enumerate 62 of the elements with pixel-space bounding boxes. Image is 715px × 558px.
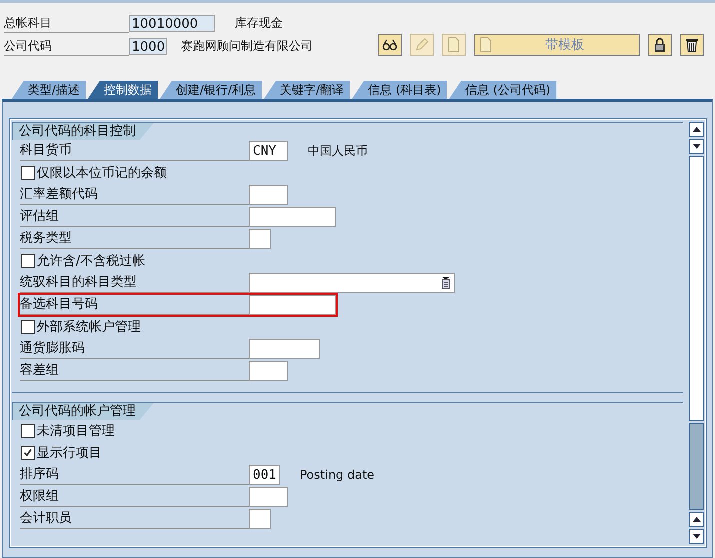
document-icon xyxy=(478,37,494,53)
input-field[interactable] xyxy=(249,207,336,227)
field-label: 容差组 xyxy=(20,361,249,381)
field-label: 统驭科目的科目类型 xyxy=(20,273,249,293)
dropdown-field[interactable] xyxy=(249,273,455,293)
checkbox[interactable] xyxy=(21,320,35,334)
field-label: 会计职员 xyxy=(20,509,249,529)
input-field[interactable] xyxy=(249,185,288,205)
input-field[interactable] xyxy=(249,487,288,507)
lock-button[interactable] xyxy=(648,34,672,56)
input-field[interactable] xyxy=(249,339,320,359)
group-title: 公司代码的科目控制 xyxy=(12,123,154,140)
scrollbar[interactable] xyxy=(689,122,704,544)
input-field[interactable] xyxy=(249,361,288,381)
scroll-up-button[interactable] xyxy=(689,122,704,137)
checkbox[interactable] xyxy=(21,166,35,180)
input-field[interactable] xyxy=(249,509,271,529)
checkbox-label: 未清项目管理 xyxy=(37,423,115,440)
scroll-up-button[interactable] xyxy=(689,512,704,527)
checkbox-label: 仅限以本位币记的余额 xyxy=(37,165,167,182)
field-label: 权限组 xyxy=(20,487,249,507)
document-icon xyxy=(446,37,462,53)
glasses-button[interactable] xyxy=(378,34,402,56)
scroll-down-button[interactable] xyxy=(689,529,704,544)
checkbox[interactable] xyxy=(21,446,35,460)
field-label: 通货膨胀码 xyxy=(20,339,249,359)
scroll-thumb[interactable] xyxy=(689,423,704,510)
checkbox[interactable] xyxy=(21,254,35,268)
description-text: Posting date xyxy=(300,468,375,482)
field-label: 税务类型 xyxy=(20,229,249,249)
value-field: 1000 xyxy=(129,38,167,55)
checkbox-label: 显示行项目 xyxy=(37,445,102,462)
glasses-icon xyxy=(382,37,398,53)
scroll-down-button[interactable] xyxy=(689,139,704,154)
input-field[interactable]: CNY xyxy=(249,141,288,161)
tab[interactable]: 关键字/翻译 xyxy=(264,81,350,99)
tab[interactable]: 类型/描述 xyxy=(12,81,86,99)
list-icon xyxy=(441,277,451,289)
tab[interactable]: 创建/银行/利息 xyxy=(160,81,262,99)
field-label: 排序码 xyxy=(20,465,249,485)
checkbox-label: 外部系统帐户管理 xyxy=(37,319,141,336)
checkbox-label: 允许含/不含税过帐 xyxy=(37,253,146,270)
input-field[interactable] xyxy=(249,229,271,249)
description-text: 赛跑网顾问制造有限公司 xyxy=(181,38,313,55)
pencil-icon xyxy=(414,37,430,53)
tab[interactable]: 控制数据 xyxy=(88,81,158,99)
field-label: 评估组 xyxy=(20,207,249,227)
description-text: 中国人民币 xyxy=(308,142,368,160)
trash-icon xyxy=(684,37,700,53)
input-field[interactable] xyxy=(249,295,336,315)
field-label: 汇率差额代码 xyxy=(20,185,249,205)
group-title: 公司代码的帐户管理 xyxy=(12,403,154,420)
lock-icon xyxy=(652,37,668,53)
tab[interactable]: 信息 (科目表) xyxy=(352,81,448,99)
field-label: 备选科目号码 xyxy=(20,295,249,315)
description-text: 库存现金 xyxy=(235,15,283,32)
input-field[interactable]: 001 xyxy=(249,465,280,485)
checkbox[interactable] xyxy=(21,424,35,438)
trash-button[interactable] xyxy=(680,34,704,56)
field-label: 科目货币 xyxy=(20,141,249,161)
tab[interactable]: 信息 (公司代码) xyxy=(449,81,557,99)
value-field: 10010000 xyxy=(129,15,215,32)
